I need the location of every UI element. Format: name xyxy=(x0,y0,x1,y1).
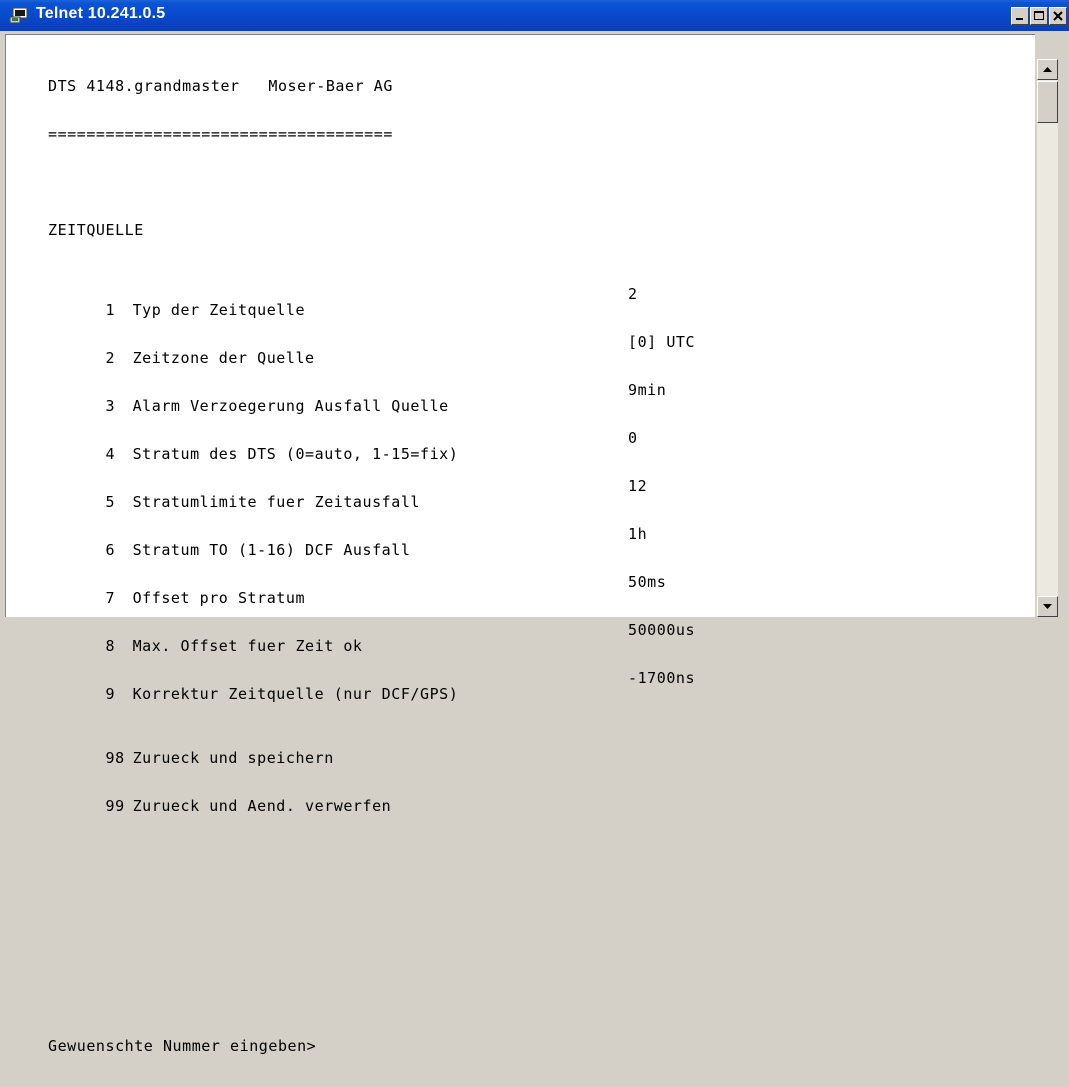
header-separator: ==================================== xyxy=(48,125,393,143)
menu-row-label: Typ der Zeitquelle xyxy=(132,301,306,319)
scroll-up-button[interactable] xyxy=(1037,59,1058,80)
menu-row-value: 50ms xyxy=(628,573,667,591)
minimize-button[interactable] xyxy=(1011,7,1029,25)
menu-row-number: 3 xyxy=(105,397,116,415)
menu-row-number: 8 xyxy=(105,637,116,655)
menu-row: 4 Stratum des DTS (0=auto, 1-15=fix) 0 xyxy=(48,430,638,462)
menu-row-number: 9 xyxy=(105,685,116,703)
arrow-down-icon xyxy=(1043,604,1052,609)
menu-row: 7 Offset pro Stratum 50ms xyxy=(48,574,666,606)
close-button[interactable] xyxy=(1049,7,1067,25)
menu-row-value: 9min xyxy=(628,381,667,399)
menu-row: 2 Zeitzone der Quelle [0] UTC xyxy=(48,334,695,366)
option-number: 99 xyxy=(105,797,125,815)
menu-row-value: 0 xyxy=(628,429,638,447)
telnet-window: Telnet 10.241.0.5 DTS 4148.grandmaster M… xyxy=(0,0,1069,1054)
section-title: ZEITQUELLE xyxy=(48,221,144,239)
menu-row-value: 1h xyxy=(628,525,648,543)
title-bar[interactable]: Telnet 10.241.0.5 xyxy=(0,0,1069,31)
option-number: 98 xyxy=(105,749,125,767)
menu-row-number: 1 xyxy=(105,301,116,319)
menu-row-number: 2 xyxy=(105,349,116,367)
menu-row-value: 12 xyxy=(628,477,648,495)
scroll-down-button[interactable] xyxy=(1037,596,1058,617)
menu-row-value: 2 xyxy=(628,285,638,303)
menu-row-label: Alarm Verzoegerung Ausfall Quelle xyxy=(132,397,449,415)
menu-row-label: Offset pro Stratum xyxy=(132,589,306,607)
menu-row-number: 5 xyxy=(105,493,116,511)
menu-row: 1 Typ der Zeitquelle 2 xyxy=(48,286,638,318)
telnet-terminal-icon xyxy=(9,7,28,24)
vertical-scrollbar[interactable] xyxy=(1037,59,1058,617)
minimize-icon xyxy=(1016,18,1023,20)
option-row: 99 Zurueck und Aend. verwerfen xyxy=(48,782,458,814)
menu-row-value: [0] UTC xyxy=(628,333,696,351)
maximize-icon xyxy=(1034,11,1044,20)
scroll-thumb[interactable] xyxy=(1037,81,1058,123)
menu-row-label: Korrektur Zeitquelle (nur DCF/GPS) xyxy=(132,685,459,703)
menu-row-label: Max. Offset fuer Zeit ok xyxy=(132,637,363,655)
input-prompt[interactable]: Gewuenschte Nummer eingeben> xyxy=(48,1038,458,1054)
terminal-text: DTS 4148.grandmaster Moser-Baer AG =====… xyxy=(48,46,695,1086)
menu-row: 5 Stratumlimite fuer Zeitausfall 12 xyxy=(48,478,647,510)
option-label: Zurueck und speichern xyxy=(132,749,334,767)
menu-row: 3 Alarm Verzoegerung Ausfall Quelle 9min xyxy=(48,382,666,414)
menu-row: 9 Korrektur Zeitquelle (nur DCF/GPS) -1700… xyxy=(48,670,695,702)
device-header: DTS 4148.grandmaster Moser-Baer AG xyxy=(48,77,393,95)
menu-row: 6 Stratum TO (1-16) DCF Ausfall 1h xyxy=(48,526,647,558)
menu-row: 8 Max. Offset fuer Zeit ok 50000us xyxy=(48,622,695,654)
menu-row-label: Zeitzone der Quelle xyxy=(132,349,315,367)
menu-row-number: 7 xyxy=(105,589,116,607)
menu-row-label: Stratum TO (1-16) DCF Ausfall xyxy=(132,541,411,559)
menu-row-label: Stratumlimite fuer Zeitausfall xyxy=(132,493,421,511)
arrow-up-icon xyxy=(1043,67,1052,72)
maximize-button[interactable] xyxy=(1030,7,1048,25)
close-icon xyxy=(1053,11,1063,21)
menu-row-label: Stratum des DTS (0=auto, 1-15=fix) xyxy=(132,445,459,463)
window-title: Telnet 10.241.0.5 xyxy=(36,5,166,22)
option-row: 98 Zurueck und speichern xyxy=(48,734,458,766)
menu-row-value: -1700ns xyxy=(628,669,696,687)
option-label: Zurueck und Aend. verwerfen xyxy=(132,797,392,815)
menu-row-number: 4 xyxy=(105,445,116,463)
menu-row-value: 50000us xyxy=(628,621,696,639)
menu-row-number: 6 xyxy=(105,541,116,559)
